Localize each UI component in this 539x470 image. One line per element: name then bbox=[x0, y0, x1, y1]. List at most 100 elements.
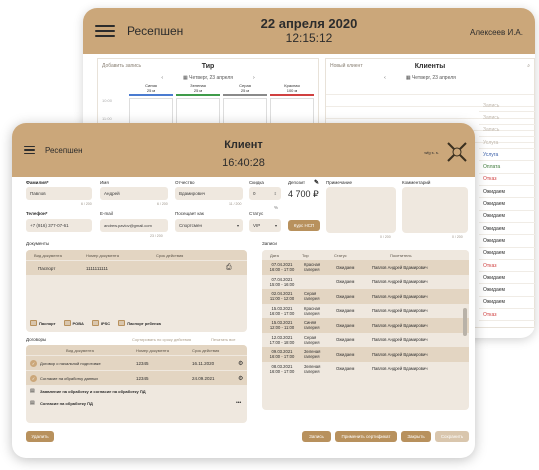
table-row[interactable]: 07.04.2021 16:00 - 17:00 Красная галерея Ож… bbox=[262, 260, 469, 275]
printer-icon[interactable]: ⎙ bbox=[226, 264, 232, 272]
print-all-link[interactable]: Печатать все bbox=[211, 337, 235, 342]
record-visitor: Павлов Андрей Вдамирович bbox=[372, 351, 428, 357]
phone-label: Телефон* bbox=[26, 211, 48, 216]
record-time: 16:00 - 17:00 bbox=[269, 354, 295, 360]
scrollbar[interactable] bbox=[463, 308, 467, 336]
records-table: Дата Тир Статус Посетитель 07.04.2021 16:… bbox=[262, 250, 469, 410]
lane-header: Серая 25 м bbox=[223, 83, 267, 96]
comment-label: Комментарий bbox=[402, 180, 431, 185]
record-visitor: Павлов Андрей Вдамирович bbox=[372, 337, 428, 343]
table-row[interactable]: 07.04.2021 15:00 - 16:00 Ожидаем Павлов Анд… bbox=[262, 275, 469, 290]
deposit-value: 4 700 ₽ bbox=[288, 189, 319, 199]
status-cell: Услуга bbox=[479, 137, 535, 150]
record-status: Ожидаем bbox=[336, 351, 355, 357]
chip-child-passport[interactable]: Паспорт ребенка bbox=[118, 320, 161, 326]
record-tir: Зеленая галерея bbox=[304, 363, 321, 374]
settings-icon[interactable]: ⚙ bbox=[238, 375, 243, 382]
status-cell: Ожидаем bbox=[479, 297, 535, 310]
table-row[interactable]: Паспорт 1111111111 ⎙ bbox=[26, 261, 247, 275]
visit-select[interactable]: Спортсмен ▾ bbox=[175, 219, 243, 232]
chip-ipsc[interactable]: IPSC bbox=[91, 320, 110, 326]
table-row[interactable]: 15.03.2021 12:00 - 11:00 Синяя галерея Ожид… bbox=[262, 318, 469, 333]
tir-title: Тир bbox=[201, 62, 215, 70]
table-row[interactable]: 08.03.2021 16:00 - 17:00 Зеленая галерея Ож… bbox=[262, 362, 469, 377]
record-tir: Красная галерея bbox=[304, 262, 321, 273]
table-row[interactable]: 09.03.2021 16:00 - 17:00 Зеленая галерея Ож… bbox=[262, 347, 469, 362]
comment-hint: 0 / 200 bbox=[452, 235, 463, 239]
page-heading: Клиент bbox=[224, 139, 263, 151]
status-cell: Ожидаем bbox=[479, 211, 535, 223]
document-icon: ▤ bbox=[30, 400, 35, 406]
save-button[interactable]: Сохранить bbox=[435, 431, 469, 442]
record-status: Ожидаем bbox=[336, 337, 355, 343]
table-row[interactable]: ✓ Согласие на обработку данных 12345 24.… bbox=[26, 371, 247, 385]
lane-header: Красная 100 м bbox=[270, 83, 314, 96]
surname-hint: 6 / 200 bbox=[81, 202, 92, 206]
close-button[interactable]: Закрыть bbox=[401, 431, 431, 442]
status-cell: Отказ bbox=[479, 260, 535, 273]
chip-passport[interactable]: Паспорт bbox=[30, 320, 56, 326]
record-tir: Красная галерея bbox=[304, 305, 321, 316]
settings-icon[interactable]: ⚙ bbox=[238, 360, 243, 367]
apply-certificate-button[interactable]: Применить сертификат bbox=[335, 431, 397, 442]
table-row[interactable]: ✓ Договор о начальной подготовке 12345 1… bbox=[26, 356, 247, 370]
status-column: Запись Запись Запись Услуга Услуга Оплата Отка… bbox=[479, 100, 535, 322]
status-cell: Ожидаем bbox=[479, 186, 535, 199]
chip-rova[interactable]: РОВА bbox=[63, 320, 84, 326]
note-label: Примечание bbox=[326, 180, 353, 185]
documents-label: Документы bbox=[26, 241, 50, 246]
lane-headers: Синяя 25 м Зеленая 25 м Серая 25 м Красная 100 … bbox=[98, 83, 318, 96]
more-icon[interactable]: ••• bbox=[236, 400, 241, 406]
status-cell: Ожидаем bbox=[479, 223, 535, 236]
user-name[interactable]: wfg s. s. bbox=[424, 150, 439, 155]
note-field[interactable] bbox=[326, 187, 396, 233]
phone-field[interactable]: +7 (916) 377-07-61 bbox=[26, 219, 92, 232]
table-row[interactable]: 15.03.2021 16:00 - 17:00 Красная галерея Ож… bbox=[262, 304, 469, 319]
surname-label: Фамилия* bbox=[26, 180, 49, 185]
client-window: Ресепшен Клиент 16:40:28 wfg s. s. Фамил… bbox=[12, 123, 475, 458]
prev-arrow-icon[interactable]: ‹ bbox=[161, 75, 163, 81]
documents-table: Вид документа Номер документа Срок дейст… bbox=[26, 250, 247, 332]
status-cell: Ожидаем bbox=[479, 272, 535, 285]
edit-deposit-icon[interactable]: ✎ bbox=[314, 179, 319, 186]
note-hint: 0 / 200 bbox=[380, 235, 391, 239]
status-cell: Отказ bbox=[479, 174, 535, 187]
back-user-name[interactable]: Алексеев И.А. bbox=[470, 28, 523, 37]
patronymic-field[interactable]: Вдамирович bbox=[175, 187, 243, 200]
lane-header: Синяя 25 м bbox=[129, 83, 173, 96]
record-time: 16:00 - 17:00 bbox=[269, 310, 295, 316]
status-select[interactable]: VIP ▾ bbox=[249, 219, 281, 232]
table-row[interactable]: 12.03.2021 17:00 - 18:00 Серая галерея Ожид… bbox=[262, 333, 469, 348]
record-status: Ожидаем bbox=[336, 366, 355, 372]
comment-field[interactable] bbox=[402, 187, 468, 233]
record-status: Ожидаем bbox=[336, 322, 355, 328]
list-item[interactable] bbox=[326, 83, 534, 95]
record-visitor: Павлов Андрей Вдамирович bbox=[372, 366, 428, 372]
next-arrow-icon[interactable]: › bbox=[253, 75, 255, 81]
course-button[interactable]: Курс НСП bbox=[288, 220, 320, 231]
list-item[interactable]: ▤ Согласие на обработку ПД ••• bbox=[26, 397, 247, 409]
records-rows: 07.04.2021 16:00 - 17:00 Красная галерея Ож… bbox=[262, 260, 469, 376]
record-button[interactable]: Запись bbox=[302, 431, 331, 442]
prev-arrow-icon[interactable]: ‹ bbox=[384, 75, 386, 81]
stepper-arrows-icon[interactable]: ⇕ bbox=[274, 191, 277, 196]
front-header: Ресепшен Клиент 16:40:28 wfg s. s. bbox=[12, 123, 475, 177]
record-time: 17:00 - 18:00 bbox=[269, 339, 295, 345]
status-cell: Отказ bbox=[479, 309, 535, 322]
name-field[interactable]: Андрей bbox=[100, 187, 168, 200]
surname-field[interactable]: Павлов bbox=[26, 187, 92, 200]
discount-stepper[interactable]: 0 ⇕ bbox=[249, 187, 281, 200]
table-row[interactable]: 02.04.2021 11:00 - 12:00 Серая галерея Ожид… bbox=[262, 289, 469, 304]
back-datetime: 22 апреля 2020 12:15:12 bbox=[83, 17, 535, 46]
document-chips: Паспорт РОВА IPSC Паспорт ребенка bbox=[30, 320, 161, 326]
tir-date: ▦ Четверг, 23 апреля bbox=[183, 75, 233, 81]
record-visitor: Павлов Андрей Вдамирович bbox=[372, 293, 428, 299]
email-field[interactable]: andrew.pavlov@gmail.com bbox=[100, 219, 168, 232]
record-visitor: Павлов Андрей Вдамирович bbox=[372, 308, 428, 314]
list-item[interactable]: ▤ Заявление на обработку и согласие на о… bbox=[26, 385, 247, 397]
record-status: Ожидаем bbox=[336, 264, 355, 270]
sort-link[interactable]: Сортировать по сроку действия bbox=[132, 337, 191, 342]
search-icon[interactable]: ⌕ bbox=[527, 63, 530, 69]
delete-button[interactable]: Удалить bbox=[26, 431, 54, 442]
status-cell: Услуга bbox=[479, 149, 535, 162]
